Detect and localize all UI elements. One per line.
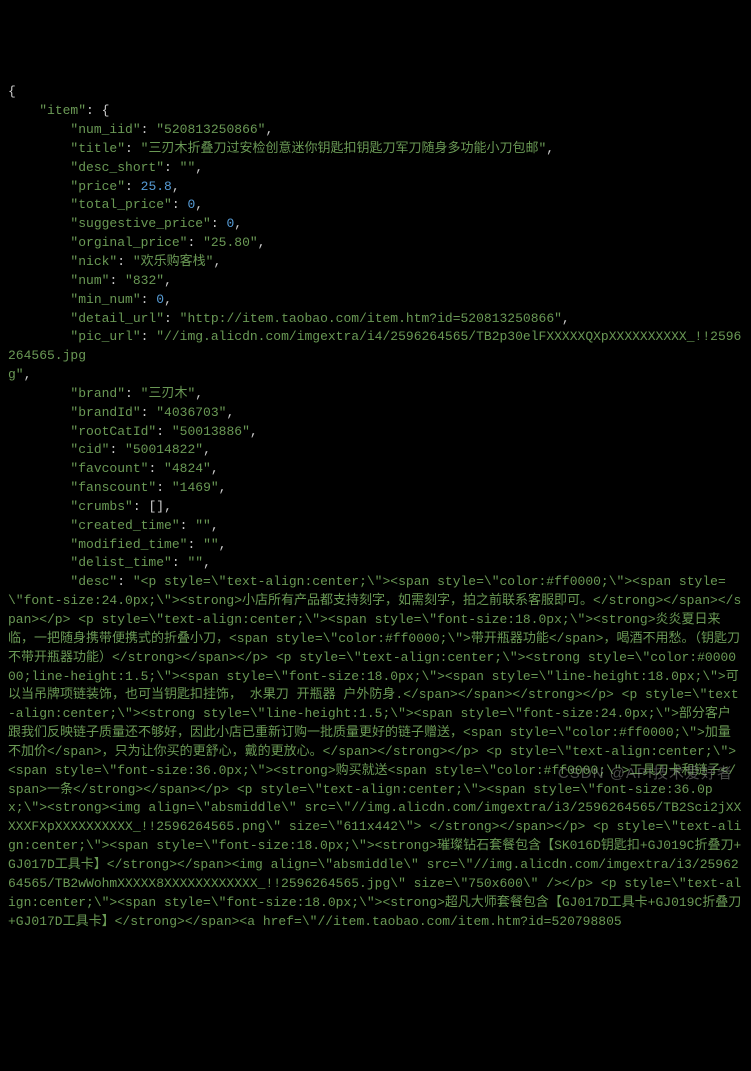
- json-code-block: { "item": { "num_iid": "520813250866", "…: [8, 83, 743, 931]
